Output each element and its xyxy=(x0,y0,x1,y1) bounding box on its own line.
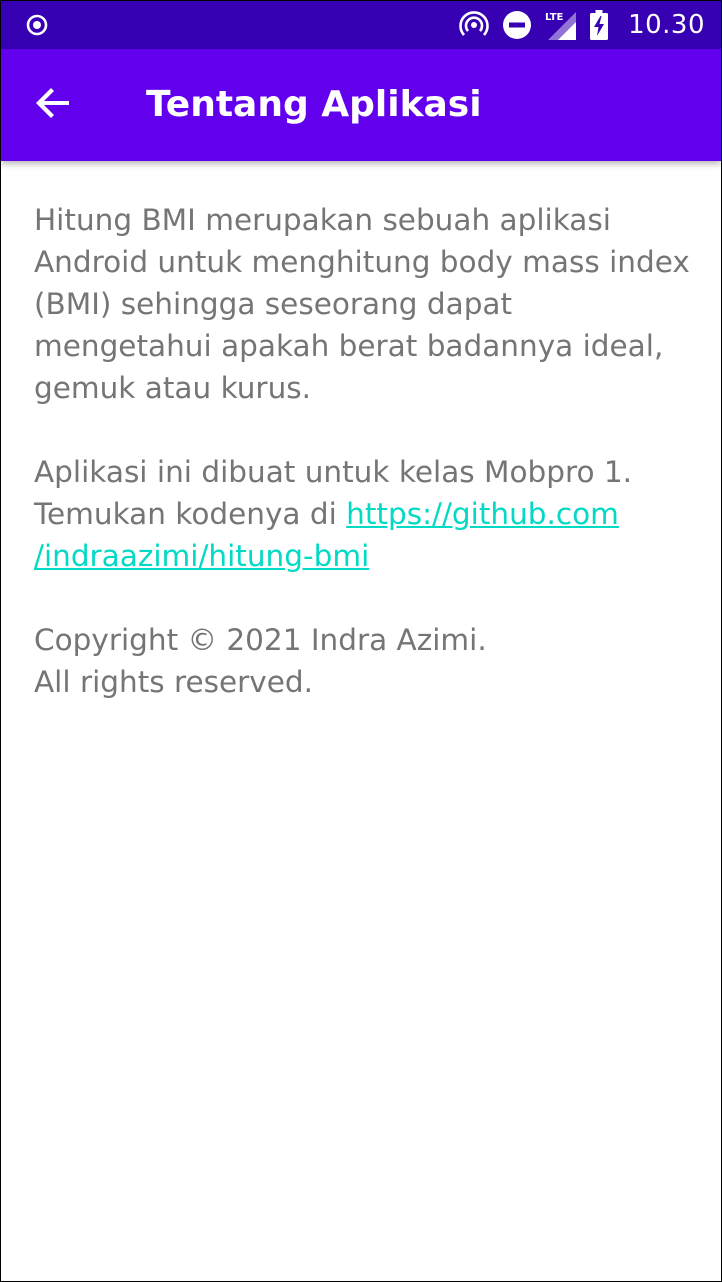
about-content: Hitung BMI merupakan sebuah aplikasi And… xyxy=(34,199,694,745)
page-title: Tentang Aplikasi xyxy=(146,84,482,125)
status-time: 10.30 xyxy=(628,10,705,40)
battery-charging-icon xyxy=(590,10,609,40)
status-icons: LTE 10.30 xyxy=(458,1,705,49)
arrow-back-icon xyxy=(33,83,73,128)
source-info: Aplikasi ini dibuat untuk kelas Mobpro 1… xyxy=(34,451,694,577)
app-bar: Tentang Aplikasi xyxy=(1,49,721,161)
github-link-part1: https://github.com xyxy=(346,497,619,531)
sync-icon xyxy=(25,13,49,37)
copyright-line-1: Copyright © 2021 Indra Azimi. xyxy=(34,623,487,657)
lte-label: LTE xyxy=(545,12,564,23)
screen: LTE 10.30 Tentang Aplikasi Hitung BMI me… xyxy=(0,0,722,1282)
app-description: Hitung BMI merupakan sebuah aplikasi And… xyxy=(34,203,690,405)
copyright-line-2: All rights reserved. xyxy=(34,665,313,699)
do-not-disturb-icon xyxy=(502,10,532,40)
status-bar: LTE 10.30 xyxy=(1,1,721,49)
back-button[interactable] xyxy=(25,77,81,133)
copyright: Copyright © 2021 Indra Azimi. All rights… xyxy=(34,619,694,703)
hotspot-icon xyxy=(458,9,490,41)
source-prefix-text: Temukan kodenya di xyxy=(34,497,347,531)
class-info-text: Aplikasi ini dibuat untuk kelas Mobpro 1… xyxy=(34,455,633,489)
github-link-part2: /indraazimi/hitung-bmi xyxy=(34,539,370,573)
lte-signal-icon: LTE xyxy=(544,8,578,42)
